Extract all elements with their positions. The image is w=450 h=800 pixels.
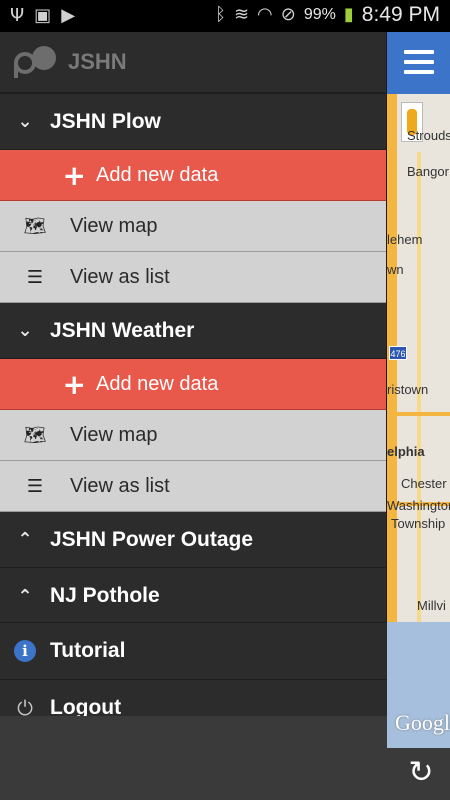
sub-item-label: Add new data xyxy=(96,163,219,186)
tutorial-button[interactable]: i Tutorial xyxy=(0,622,387,679)
play-store-icon: ▶ xyxy=(61,5,76,26)
footer-label: Tutorial xyxy=(50,639,126,662)
map-header xyxy=(387,32,450,94)
map-label: Bangor xyxy=(407,164,449,179)
app-title: JSHN xyxy=(68,49,127,74)
usb-icon: Ψ xyxy=(10,5,25,26)
plus-icon: + xyxy=(62,367,86,401)
sub-item-label: View map xyxy=(70,214,158,237)
sub-item-label: View map xyxy=(70,423,158,446)
menu-icon[interactable] xyxy=(404,50,434,74)
map-label: Millvi xyxy=(417,598,446,613)
map-label: Stroudsb xyxy=(407,128,450,143)
add-new-data-button[interactable]: + Add new data xyxy=(0,150,386,201)
status-bar: Ψ ▣ ▶ ᛒ ≋ ◠ ⊘ 99% ▮ 8:49 PM xyxy=(0,0,450,32)
list-icon: ☰ xyxy=(26,266,44,288)
map-label: Washington xyxy=(387,498,450,513)
mute-icon: ≋ xyxy=(233,4,250,25)
group-title: JSHN Power Outage xyxy=(50,527,254,551)
sub-item-label: Add new data xyxy=(96,372,219,395)
group-title: JSHN Plow xyxy=(50,109,161,133)
battery-percent: 99% xyxy=(303,6,336,23)
map-label: lehem xyxy=(387,232,423,247)
drawer-header: JSHN xyxy=(0,32,386,94)
wifi-icon: ◠ xyxy=(257,4,273,25)
map-icon: 🗺 xyxy=(23,424,47,446)
chevron-down-icon: ⌄ xyxy=(17,111,33,132)
bluetooth-icon: ᛒ xyxy=(215,4,226,25)
chevron-up-icon: ⌃ xyxy=(17,585,33,607)
group-header-jshn-weather[interactable]: ⌄ JSHN Weather xyxy=(0,303,386,359)
clock: 8:49 PM xyxy=(361,3,440,26)
map-view[interactable]: Stroudsb Bangor lehem wn 476 ristown elp… xyxy=(387,32,450,748)
bottom-bar: ↻ xyxy=(0,748,450,800)
drawer-bottom-area xyxy=(0,716,387,748)
google-attribution: Google xyxy=(395,710,450,735)
map-label: Chester xyxy=(401,476,447,491)
view-map-button[interactable]: 🗺 View map xyxy=(0,410,386,461)
info-icon: i xyxy=(14,640,36,662)
map-label: elphia xyxy=(387,444,425,459)
group-header-nj-pothole[interactable]: ⌃ NJ Pothole xyxy=(0,568,386,624)
highway-shield: 476 xyxy=(389,346,407,360)
view-map-button[interactable]: 🗺 View map xyxy=(0,201,386,252)
group-title: NJ Pothole xyxy=(50,584,160,607)
group-header-jshn-power-outage[interactable]: ⌃ JSHN Power Outage xyxy=(0,512,386,568)
group-header-jshn-plow[interactable]: ⌄ JSHN Plow xyxy=(0,94,386,150)
map-label: wn xyxy=(387,262,404,277)
add-new-data-button[interactable]: + Add new data xyxy=(0,359,386,410)
chevron-down-icon: ⌄ xyxy=(17,320,33,341)
sub-item-label: View as list xyxy=(70,474,170,497)
map-road xyxy=(387,412,450,416)
battery-charging-icon: ▮ xyxy=(343,4,354,25)
map-icon: 🗺 xyxy=(23,215,47,237)
app-logo-icon xyxy=(14,46,56,78)
navigation-drawer: JSHN ⌄ JSHN Plow + Add new data 🗺 View m… xyxy=(0,32,387,748)
do-not-disturb-icon: ⊘ xyxy=(280,4,296,25)
view-as-list-button[interactable]: ☰ View as list xyxy=(0,461,386,512)
sim-icon: ▣ xyxy=(34,5,52,26)
sub-item-label: View as list xyxy=(70,265,170,288)
list-icon: ☰ xyxy=(26,475,44,497)
chevron-up-icon: ⌃ xyxy=(17,529,33,550)
plus-icon: + xyxy=(62,158,86,192)
map-label: Township xyxy=(391,516,446,531)
view-as-list-button[interactable]: ☰ View as list xyxy=(0,252,386,303)
group-title: JSHN Weather xyxy=(50,318,195,342)
map-label: ristown xyxy=(387,382,429,397)
refresh-icon[interactable]: ↻ xyxy=(404,756,438,790)
